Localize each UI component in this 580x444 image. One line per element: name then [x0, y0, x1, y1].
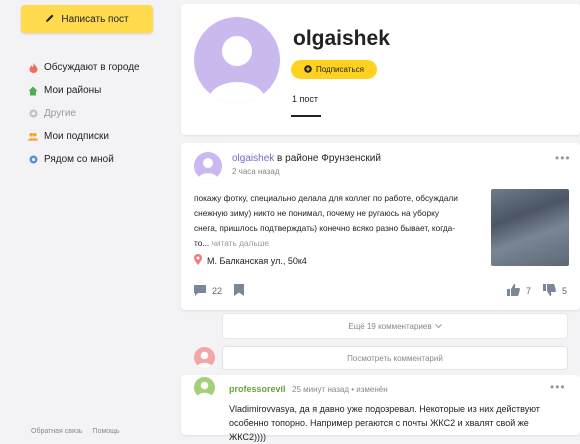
thumbs-up-icon[interactable] [506, 284, 520, 298]
profile-card: olgaishek Подписаться 1 пост [181, 4, 580, 135]
fire-icon [28, 62, 38, 73]
comments-count: 22 [212, 286, 223, 296]
plus-icon [304, 64, 312, 75]
sidebar-item-label: Рядом со мной [44, 154, 114, 165]
people-icon [28, 132, 38, 142]
read-more-link[interactable]: читать дальше [212, 238, 269, 248]
more-comments-button[interactable]: Ещё 19 комментариев [222, 313, 568, 339]
home-icon [28, 86, 38, 96]
profile-username: olgaishek [293, 27, 390, 50]
comment-input-placeholder: Посмотреть комментарий [347, 353, 443, 363]
sidebar-footer: Обратная связь Помощь [31, 428, 128, 435]
sidebar-item-label: Мои подписки [44, 131, 109, 142]
sidebar-item-label: Другие [44, 108, 77, 119]
comment-header: professorevil 25 минут назад • изменён [229, 384, 388, 394]
avatar [194, 17, 280, 103]
write-post-label: Написать пост [61, 13, 129, 25]
plus-circle-icon [28, 109, 38, 119]
more-options-icon[interactable]: ••• [550, 380, 566, 394]
location-label: М. Балканская ул., 50к4 [207, 255, 307, 266]
avatar[interactable] [194, 377, 215, 398]
post-header: olgaishek в районе Фрунзенский [232, 153, 381, 164]
sidebar-item-nearby[interactable]: Рядом со мной [28, 148, 140, 171]
post-time: 2 часа назад [232, 167, 280, 176]
sidebar-item-label: Мои районы [44, 85, 102, 96]
tab-underline [291, 115, 321, 117]
post-location[interactable]: М. Балканская ул., 50к4 [194, 254, 307, 267]
post-district: в районе Фрунзенский [277, 153, 381, 164]
help-link[interactable]: Помощь [93, 428, 120, 435]
sidebar-item-label: Обсуждают в городе [44, 62, 140, 73]
sidebar-item-trending[interactable]: Обсуждают в городе [28, 56, 140, 79]
comment-card: professorevil 25 минут назад • изменён •… [181, 375, 580, 442]
likes-count: 7 [525, 286, 531, 296]
pencil-icon [45, 13, 55, 26]
comment-text: Vladimirovvasya, да я давно уже подозрев… [229, 404, 540, 442]
post-actions: 22 [194, 284, 245, 298]
map-pin-icon [194, 254, 202, 267]
dislikes-count: 5 [561, 286, 567, 296]
post-votes: 7 5 [506, 284, 567, 298]
location-icon [28, 155, 38, 165]
more-comments-label: Ещё 19 комментариев [348, 321, 432, 331]
feedback-link[interactable]: Обратная связь [31, 428, 83, 435]
more-options-icon[interactable]: ••• [555, 151, 571, 165]
post-card: olgaishek в районе Фрунзенский 2 часа на… [181, 143, 580, 310]
post-body: покажу фотку, специально делала для колл… [194, 191, 464, 251]
sidebar: Написать пост Обсуждают в городе Мои рай… [0, 0, 172, 435]
comment-meta: 25 минут назад • изменён [292, 385, 388, 394]
avatar[interactable] [194, 152, 222, 180]
subscribe-label: Подписаться [316, 65, 364, 74]
avatar [194, 347, 215, 368]
comment-icon[interactable] [194, 284, 206, 298]
chevron-down-icon [434, 322, 442, 331]
comment-input[interactable]: Посмотреть комментарий [222, 346, 568, 370]
sidebar-item-other[interactable]: Другие [28, 102, 140, 125]
post-author-link[interactable]: olgaishek [232, 153, 274, 164]
tab-posts[interactable]: 1 пост [292, 94, 318, 104]
sidebar-item-my-districts[interactable]: Мои районы [28, 79, 140, 102]
bookmark-icon[interactable] [234, 284, 245, 298]
thumbs-down-icon[interactable] [542, 284, 556, 298]
subscribe-button[interactable]: Подписаться [291, 60, 377, 79]
sidebar-item-subscriptions[interactable]: Мои подписки [28, 125, 140, 148]
comment-author-link[interactable]: professorevil [229, 384, 286, 394]
sidebar-nav: Обсуждают в городе Мои районы Другие Мои… [28, 56, 140, 171]
write-post-button[interactable]: Написать пост [21, 5, 153, 33]
post-photo[interactable] [491, 189, 569, 266]
